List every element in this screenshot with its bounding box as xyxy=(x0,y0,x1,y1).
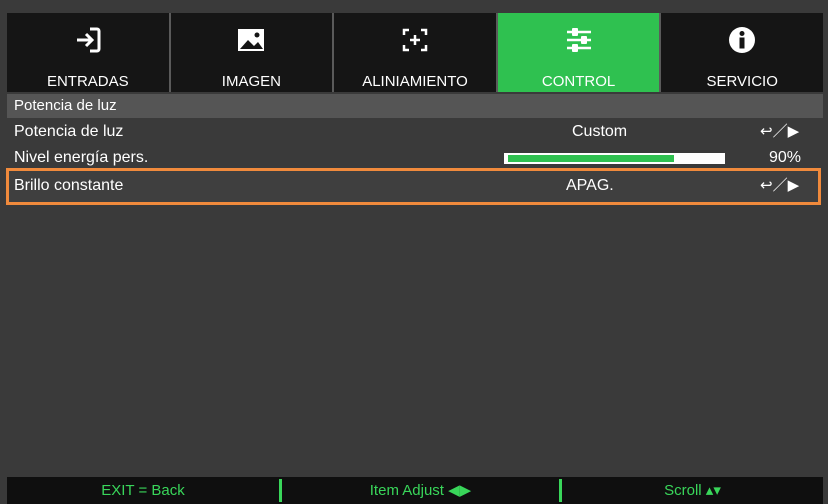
section-title: Potencia de luz xyxy=(7,94,823,118)
tab-label: SERVICIO xyxy=(706,73,778,90)
footer-exit: EXIT = Back xyxy=(101,482,185,499)
level-bar-fill xyxy=(508,155,674,162)
tab-entradas[interactable]: ENTRADAS xyxy=(7,13,171,92)
menu-row-potencia-de-luz[interactable]: Potencia de luz Custom ↩／▶ xyxy=(7,119,823,145)
tab-label: ENTRADAS xyxy=(46,73,129,90)
menu-row-brillo-constante[interactable]: Brillo constante APAG. ↩／▶ xyxy=(6,168,821,205)
row-label: Brillo constante xyxy=(14,177,124,194)
section-title-text: Potencia de luz xyxy=(14,97,117,114)
input-icon xyxy=(76,27,101,53)
info-icon xyxy=(729,27,756,53)
tab-label: CONTROL xyxy=(541,73,616,90)
enter-right-icon: ↩／▶ xyxy=(760,123,800,140)
tab-label: ALINIAMIENTO xyxy=(362,73,468,90)
footer-help-bar: EXIT = Back Item Adjust ◀▶ Scroll ▴▾ xyxy=(7,477,823,504)
tab-bar: ENTRADAS IMAGEN ALINIAMIENTO CONTROL SER… xyxy=(7,13,823,92)
osd-menu: ENTRADAS IMAGEN ALINIAMIENTO CONTROL SER… xyxy=(0,0,828,504)
alignment-icon xyxy=(402,28,428,52)
tab-control[interactable]: CONTROL xyxy=(497,13,662,92)
enter-right-icon: ↩／▶ xyxy=(760,177,800,194)
row-value: APAG. xyxy=(566,177,614,194)
tab-alineamiento[interactable]: ALINIAMIENTO xyxy=(334,13,498,92)
sliders-icon xyxy=(566,28,591,52)
footer-scroll: Scroll ▴▾ xyxy=(664,482,721,499)
image-icon xyxy=(238,29,265,51)
tab-servicio[interactable]: SERVICIO xyxy=(661,13,823,92)
level-bar[interactable] xyxy=(504,153,725,164)
tab-imagen[interactable]: IMAGEN xyxy=(170,13,335,92)
row-label: Potencia de luz xyxy=(14,123,124,140)
tab-label: IMAGEN xyxy=(221,73,281,90)
footer-item-adjust: Item Adjust ◀▶ xyxy=(369,482,472,499)
row-value: Custom xyxy=(572,123,628,140)
